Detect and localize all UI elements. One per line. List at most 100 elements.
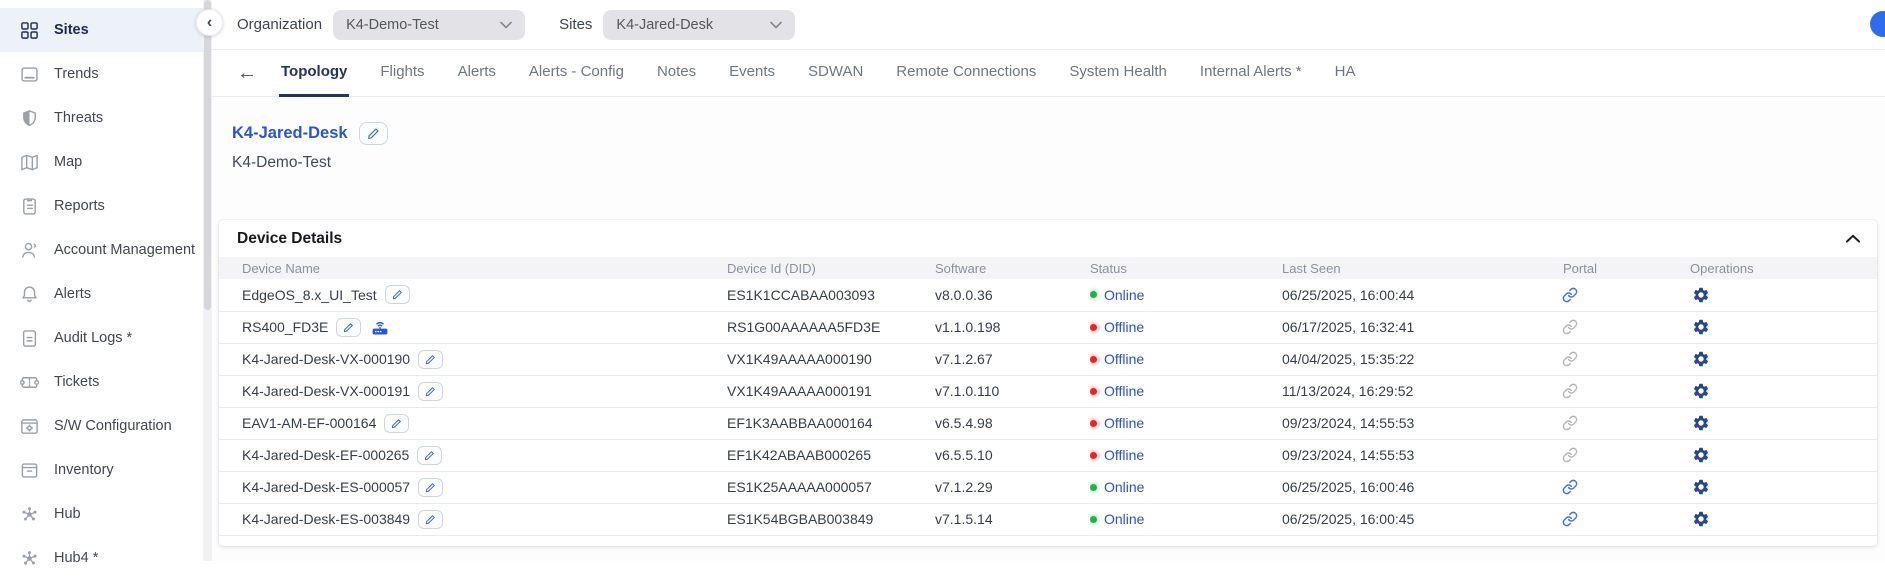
device-name: K4-Jared-Desk-VX-000191 bbox=[242, 383, 410, 399]
gear-icon bbox=[1692, 382, 1710, 400]
status-badge[interactable]: Offline bbox=[1104, 383, 1144, 399]
portal-link-button[interactable] bbox=[1560, 413, 1580, 433]
portal-link-button[interactable] bbox=[1560, 285, 1580, 305]
last-seen: 06/25/2025, 16:00:45 bbox=[1282, 503, 1560, 535]
operations-gear-button[interactable] bbox=[1690, 444, 1712, 466]
operations-gear-button[interactable] bbox=[1690, 316, 1712, 338]
operations-gear-button[interactable] bbox=[1690, 284, 1712, 306]
back-button[interactable]: ← bbox=[237, 63, 257, 83]
device-name: EAV1-AM-EF-000164 bbox=[242, 415, 376, 431]
edit-site-name-button[interactable] bbox=[359, 122, 388, 145]
operations-gear-button[interactable] bbox=[1690, 380, 1712, 402]
portal-link-button[interactable] bbox=[1560, 477, 1580, 497]
operations-gear-button[interactable] bbox=[1690, 508, 1712, 530]
status-badge[interactable]: Online bbox=[1104, 511, 1144, 527]
user-icon bbox=[19, 240, 39, 260]
edit-device-name-button[interactable] bbox=[385, 285, 410, 304]
sidebar-scrollbar-thumb[interactable] bbox=[204, 0, 211, 310]
status-badge[interactable]: Online bbox=[1104, 479, 1144, 495]
status-badge[interactable]: Offline bbox=[1104, 415, 1144, 431]
operations-gear-button[interactable] bbox=[1690, 476, 1712, 498]
tab-internal-alerts[interactable]: Internal Alerts * bbox=[1198, 50, 1304, 97]
floating-help-button[interactable] bbox=[1870, 11, 1885, 37]
portal-link-button[interactable] bbox=[1560, 445, 1580, 465]
sidebar-item-label: Reports bbox=[54, 198, 105, 214]
map-icon bbox=[19, 152, 39, 172]
sidebar-item-tickets[interactable]: Tickets bbox=[0, 360, 203, 404]
tab-remote-connections[interactable]: Remote Connections bbox=[894, 50, 1038, 97]
device-name: K4-Jared-Desk-ES-003849 bbox=[242, 511, 410, 527]
collapse-panel-button[interactable] bbox=[1846, 234, 1860, 243]
sidebar-scrollbar[interactable] bbox=[203, 0, 212, 561]
operations-gear-button[interactable] bbox=[1690, 348, 1712, 370]
tab-sdwan[interactable]: SDWAN bbox=[806, 50, 865, 97]
sidebar-item-map[interactable]: Map bbox=[0, 140, 203, 184]
sidebar-item-audit-logs[interactable]: Audit Logs * bbox=[0, 316, 203, 360]
organization-label: Organization bbox=[237, 16, 322, 33]
sidebar-nav: Sites TrendsThreatsMap Reports Account Mana… bbox=[0, 0, 203, 580]
sidebar-item-trends[interactable]: Trends bbox=[0, 52, 203, 96]
software-version: v7.1.0.110 bbox=[935, 375, 1090, 407]
pencil-icon bbox=[425, 386, 436, 397]
tab-notes[interactable]: Notes bbox=[655, 50, 698, 97]
portal-link-button[interactable] bbox=[1560, 317, 1580, 337]
sidebar-item-sites[interactable]: Sites bbox=[0, 8, 203, 52]
sidebar-item-hub[interactable]: Hub bbox=[0, 492, 203, 536]
portal-link-button[interactable] bbox=[1560, 509, 1580, 529]
sidebar-item-reports[interactable]: Reports bbox=[0, 184, 203, 228]
device-id: VX1K49AAAAA000190 bbox=[727, 343, 935, 375]
sidebar-item-threats[interactable]: Threats bbox=[0, 96, 203, 140]
sidebar-item-alerts[interactable]: Alerts bbox=[0, 272, 203, 316]
bell-icon bbox=[19, 284, 39, 304]
column-header-status: Status bbox=[1090, 257, 1282, 279]
tab-system-health[interactable]: System Health bbox=[1067, 50, 1169, 97]
device-details-header: Device Details bbox=[219, 220, 1877, 257]
device-id: RS1G00AAAAAA5FD3E bbox=[727, 311, 935, 343]
chevron-down-icon bbox=[500, 21, 512, 29]
sidebar-collapse-button[interactable]: ‹ bbox=[196, 9, 223, 36]
box-icon bbox=[19, 460, 39, 480]
device-table: Device NameDevice Id (DID)SoftwareStatus… bbox=[219, 257, 1877, 536]
edit-device-name-button[interactable] bbox=[418, 350, 443, 369]
organization-select-value: K4-Demo-Test bbox=[346, 17, 439, 33]
sidebar-item-inventory[interactable]: Inventory bbox=[0, 448, 203, 492]
tab-events[interactable]: Events bbox=[727, 50, 777, 97]
tab-alerts-config[interactable]: Alerts - Config bbox=[527, 50, 626, 97]
pencil-icon bbox=[425, 514, 436, 525]
sidebar-item-label: Sites bbox=[54, 22, 89, 38]
status-badge[interactable]: Offline bbox=[1104, 319, 1144, 335]
sidebar-item-hub4[interactable]: Hub4 * bbox=[0, 536, 203, 580]
sidebar-item-account-management[interactable]: Account Management bbox=[0, 228, 203, 272]
column-header-device-name: Device Name bbox=[219, 257, 727, 279]
sidebar-item-s-w-configuration[interactable]: S/W Configuration bbox=[0, 404, 203, 448]
organization-select[interactable]: K4-Demo-Test bbox=[333, 10, 525, 40]
tab-alerts[interactable]: Alerts bbox=[456, 50, 498, 97]
tab-ha[interactable]: HA bbox=[1333, 50, 1358, 97]
table-row: RS400_FD3ERS1G00AAAAAA5FD3Ev1.1.0.198Off… bbox=[219, 311, 1877, 343]
sidebar: Sites TrendsThreatsMap Reports Account Mana… bbox=[0, 0, 203, 561]
operations-gear-button[interactable] bbox=[1690, 412, 1712, 434]
wifi-router-badge bbox=[370, 318, 390, 336]
edit-device-name-button[interactable] bbox=[418, 382, 443, 401]
status-badge[interactable]: Online bbox=[1104, 287, 1144, 303]
edit-device-name-button[interactable] bbox=[384, 414, 409, 433]
edit-device-name-button[interactable] bbox=[417, 446, 442, 465]
portal-link-button[interactable] bbox=[1560, 349, 1580, 369]
edit-device-name-button[interactable] bbox=[336, 318, 361, 337]
gear-icon bbox=[1692, 414, 1710, 432]
device-name: K4-Jared-Desk-VX-000190 bbox=[242, 351, 410, 367]
edit-device-name-button[interactable] bbox=[418, 478, 443, 497]
column-header-last-seen: Last Seen bbox=[1282, 257, 1560, 279]
status-dot bbox=[1090, 356, 1097, 363]
tab-topology[interactable]: Topology bbox=[279, 50, 349, 97]
edit-device-name-button[interactable] bbox=[418, 510, 443, 529]
sites-select[interactable]: K4-Jared-Desk bbox=[603, 10, 795, 40]
sites-select-value: K4-Jared-Desk bbox=[616, 17, 713, 33]
status-dot bbox=[1090, 324, 1097, 331]
portal-link-button[interactable] bbox=[1560, 381, 1580, 401]
status-badge[interactable]: Offline bbox=[1104, 447, 1144, 463]
tab-flights[interactable]: Flights bbox=[378, 50, 426, 97]
gear-icon bbox=[1692, 318, 1710, 336]
portal-link-icon bbox=[1562, 383, 1578, 399]
status-badge[interactable]: Offline bbox=[1104, 351, 1144, 367]
